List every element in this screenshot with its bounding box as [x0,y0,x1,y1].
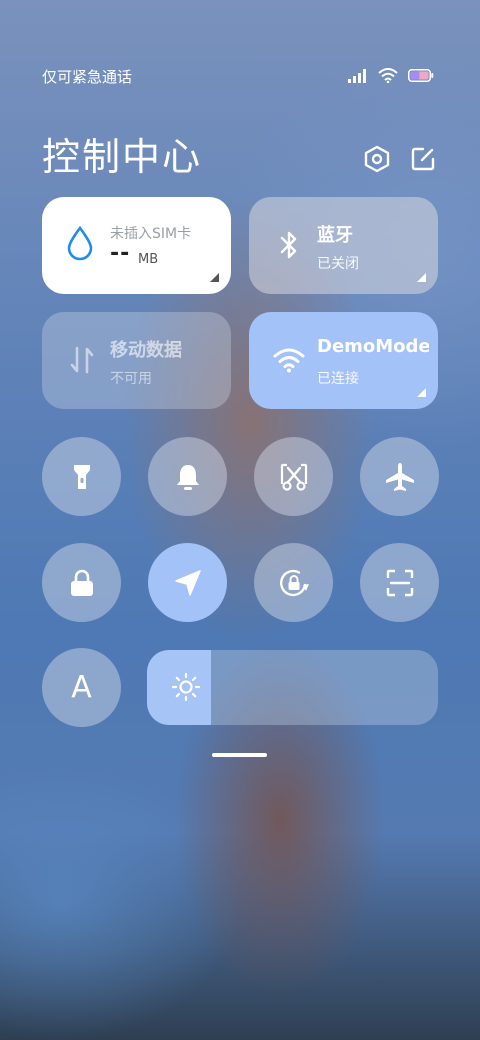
silent-toggle[interactable] [148,437,227,516]
water-drop-icon [62,225,98,261]
airplane-icon [385,462,414,491]
mobile-data-tile[interactable]: 移动数据 不可用 [42,312,231,409]
drag-handle[interactable] [212,753,267,757]
screen-lock-toggle[interactable] [42,543,121,622]
edit-button[interactable] [407,143,439,175]
settings-hexagon-icon [364,145,390,173]
bluetooth-icon [271,227,307,263]
scanner-toggle[interactable] [360,543,439,622]
mobile-data-status: 不可用 [110,371,152,387]
flashlight-toggle[interactable] [42,437,121,516]
data-usage-value: -- [110,241,131,266]
mobile-data-arrows-icon [64,342,100,378]
edit-icon [411,147,435,171]
flashlight-icon [73,464,90,489]
wifi-status-icon [378,68,398,83]
location-toggle[interactable] [148,543,227,622]
rotation-lock-icon [279,569,309,596]
status-bar: 仅可紧急通话 [42,64,434,88]
scan-icon [386,569,413,596]
wifi-status: 已连接 [317,371,359,387]
system-icons [348,68,434,83]
expand-corner-icon [417,388,426,397]
airplane-mode-toggle[interactable] [360,437,439,516]
carrier-text: 仅可紧急通话 [42,68,133,86]
page-title: 控制中心 [42,135,203,179]
brightness-slider[interactable] [147,650,438,725]
sim-status-label: 未插入SIM卡 [110,226,192,242]
bluetooth-label: 蓝牙 [317,225,353,246]
auto-brightness-label: A [71,670,92,705]
signal-icon [348,68,366,83]
bell-icon [176,464,199,490]
sun-icon [171,672,201,702]
mobile-data-label: 移动数据 [110,340,182,361]
auto-rotate-toggle[interactable] [254,543,333,622]
wifi-network-name: DemoMode [317,336,429,357]
battery-icon [408,69,434,82]
settings-button[interactable] [361,143,393,175]
lock-icon [70,569,93,596]
bluetooth-status: 已关闭 [317,256,359,272]
data-usage-tile[interactable]: 未插入SIM卡 -- MB [42,197,231,294]
expand-corner-icon [417,273,426,282]
screenshot-toggle[interactable] [254,437,333,516]
bluetooth-tile[interactable]: 蓝牙 已关闭 [249,197,438,294]
location-icon [174,569,201,596]
wifi-icon [271,342,307,378]
wifi-tile[interactable]: DemoMode 已连接 [249,312,438,409]
expand-corner-icon [210,273,219,282]
data-usage-unit: MB [138,252,159,267]
auto-brightness-toggle[interactable]: A [42,648,121,727]
screenshot-scissors-icon [280,463,307,491]
